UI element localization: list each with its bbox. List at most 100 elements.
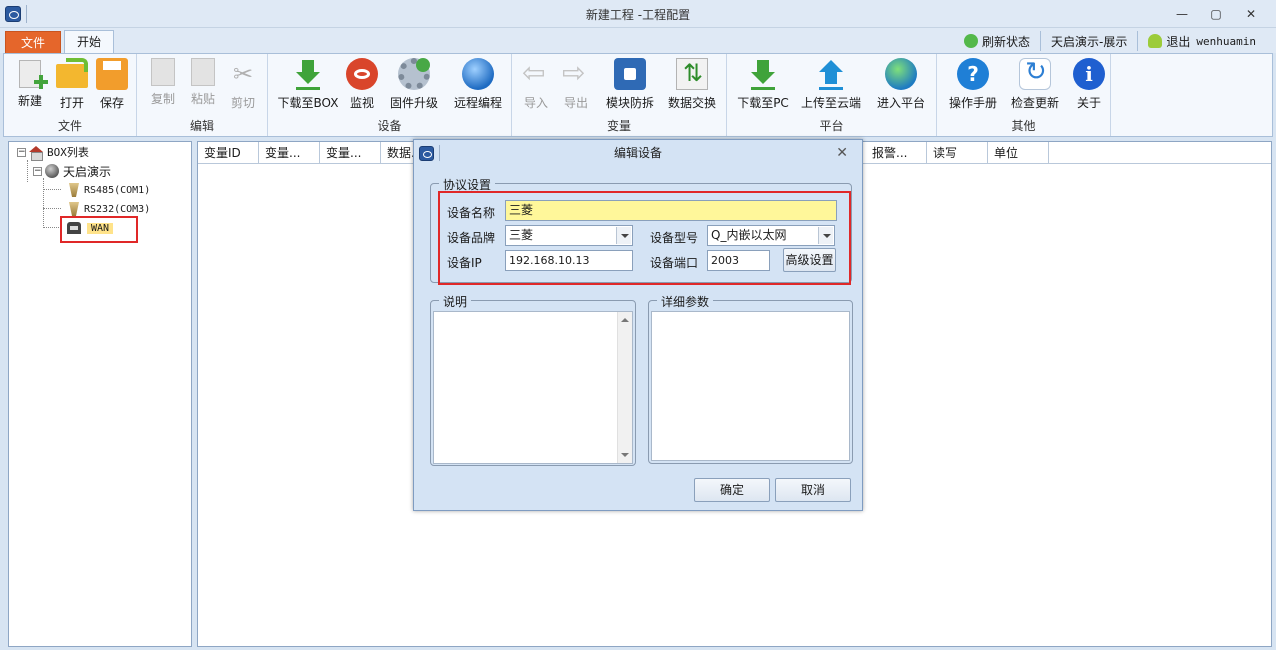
cancel-button[interactable]: 取消 (775, 478, 851, 502)
new-file-icon (19, 60, 48, 89)
copy-button[interactable]: 复制 (145, 58, 181, 116)
ribbon-group-edit: 复制 粘贴 剪切 编辑 (137, 54, 268, 136)
column-header[interactable]: 变量... (259, 142, 320, 164)
collapse-icon[interactable]: − (17, 147, 26, 157)
firmware-upgrade-label: 固件升级 (389, 96, 438, 110)
import-icon (520, 56, 552, 90)
group-label-variable: 变量 (606, 119, 631, 133)
about-button[interactable]: i 关于 (1071, 58, 1107, 116)
box-tree-panel: − BOX列表 − 天启演示 RS485(COM1) RS232(COM3) W… (8, 141, 192, 647)
enter-platform-button[interactable]: 进入平台 (873, 58, 929, 116)
chevron-down-icon[interactable] (616, 227, 631, 244)
paste-button[interactable]: 粘贴 (185, 58, 221, 116)
download-box-button[interactable]: 下载至BOX (274, 58, 342, 116)
open-button[interactable]: 打开 (54, 58, 90, 116)
cut-button[interactable]: 剪切 (225, 58, 261, 116)
user-icon (1148, 34, 1163, 48)
device-brand-value: 三菱 (509, 228, 534, 242)
device-port-input[interactable]: 2003 (707, 250, 770, 271)
save-button[interactable]: 保存 (94, 58, 130, 116)
column-header[interactable]: 变量ID (198, 142, 259, 164)
device-brand-label: 设备品牌 (447, 231, 496, 245)
window-title: 新建工程 -工程配置 (585, 8, 691, 22)
refresh-icon (964, 34, 979, 48)
download-pc-icon (747, 58, 779, 90)
refresh-status-button[interactable]: 刷新状态 (954, 31, 1040, 51)
group-label-device: 设备 (377, 119, 402, 133)
tree-node-rs485[interactable]: RS485(COM1) (69, 181, 150, 199)
maximize-button[interactable]: ▢ (1202, 4, 1230, 24)
manual-button[interactable]: ? 操作手册 (945, 58, 1001, 116)
monitor-label: 监视 (349, 96, 374, 110)
minimize-button[interactable]: — (1168, 4, 1196, 24)
cut-label: 剪切 (230, 96, 255, 110)
ribbon-group-other: ? 操作手册 检查更新 i 关于 其他 (937, 54, 1111, 136)
download-pc-label: 下载至PC (737, 96, 789, 110)
column-header[interactable]: 读写 (927, 142, 988, 164)
dialog-title: 编辑设备 (613, 146, 662, 160)
title-bar: 新建工程 -工程配置 — ▢ ✕ (0, 0, 1276, 28)
module-protect-label: 模块防拆 (605, 96, 654, 110)
column-header[interactable]: 单位 (988, 142, 1049, 164)
tree-root-label: BOX列表 (47, 146, 89, 159)
tree-rs232-label: RS232(COM3) (84, 203, 151, 215)
import-button[interactable]: 导入 (518, 56, 554, 116)
new-button[interactable]: 新建 (12, 58, 48, 116)
upload-cloud-label: 上传至云端 (800, 96, 861, 110)
dialog-close-icon[interactable]: ✕ (836, 145, 848, 161)
tab-file[interactable]: 文件 (5, 31, 61, 53)
ribbon-tabs-row: 文件 开始 刷新状态 天启演示-展示 退出 wenhuamin (0, 28, 1276, 54)
new-label: 新建 (17, 94, 42, 108)
paste-label: 粘贴 (190, 92, 215, 106)
device-model-label: 设备型号 (650, 231, 699, 245)
project-name-label: 天启演示-展示 (1051, 34, 1128, 49)
folder-icon (56, 58, 88, 88)
username-label: wenhuamin (1196, 34, 1256, 48)
info-icon: i (1073, 58, 1105, 90)
open-label: 打开 (59, 96, 84, 110)
chevron-down-icon[interactable] (818, 227, 833, 244)
about-label: 关于 (1076, 96, 1101, 110)
download-pc-button[interactable]: 下载至PC (733, 58, 793, 116)
description-legend: 说明 (439, 293, 472, 310)
device-model-select[interactable]: Q_内嵌以太网 (707, 225, 835, 246)
module-protect-button[interactable]: 模块防拆 (602, 58, 658, 116)
logout-button[interactable]: 退出 wenhuamin (1137, 31, 1266, 51)
column-header[interactable]: 报警... (866, 142, 927, 164)
monitor-button[interactable]: 监视 (344, 58, 380, 116)
exchange-icon (676, 58, 708, 90)
lock-icon (614, 58, 646, 90)
close-button[interactable]: ✕ (1237, 4, 1265, 24)
description-textarea[interactable] (433, 311, 633, 464)
collapse-device-icon[interactable]: − (33, 166, 42, 176)
export-button[interactable]: 导出 (558, 56, 594, 116)
save-label: 保存 (99, 96, 124, 110)
tree-node-device[interactable]: − 天启演示 (33, 162, 111, 180)
description-scrollbar[interactable] (617, 312, 632, 463)
ok-button[interactable]: 确定 (694, 478, 770, 502)
device-name-input[interactable]: 三菱 (505, 200, 837, 221)
device-brand-select[interactable]: 三菱 (505, 225, 633, 246)
project-name-button[interactable]: 天启演示-展示 (1040, 31, 1137, 51)
group-label-platform: 平台 (819, 119, 844, 133)
tree-root-box-list[interactable]: − BOX列表 (17, 143, 89, 161)
check-update-button[interactable]: 检查更新 (1007, 57, 1063, 116)
ribbon-group-variable: 导入 导出 模块防拆 数据交换 变量 (512, 54, 727, 136)
export-label: 导出 (563, 96, 588, 110)
upload-cloud-button[interactable]: 上传至云端 (799, 58, 863, 116)
eye-icon (346, 58, 378, 90)
remote-program-button[interactable]: 远程编程 (450, 58, 506, 116)
device-ip-input[interactable]: 192.168.10.13 (505, 250, 633, 271)
group-label-edit: 编辑 (189, 119, 214, 133)
help-icon: ? (957, 58, 989, 90)
detail-params-box[interactable] (651, 311, 850, 461)
advanced-settings-button[interactable]: 高级设置 (783, 248, 836, 272)
refresh-status-label: 刷新状态 (982, 34, 1031, 49)
data-exchange-button[interactable]: 数据交换 (664, 58, 720, 116)
group-label-file: 文件 (57, 119, 82, 133)
firmware-upgrade-button[interactable]: 固件升级 (386, 58, 442, 116)
top-right-toolbar: 刷新状态 天启演示-展示 退出 wenhuamin (954, 31, 1266, 51)
device-name-label: 设备名称 (447, 206, 496, 220)
tab-start[interactable]: 开始 (64, 30, 114, 54)
column-header[interactable]: 变量... (320, 142, 381, 164)
